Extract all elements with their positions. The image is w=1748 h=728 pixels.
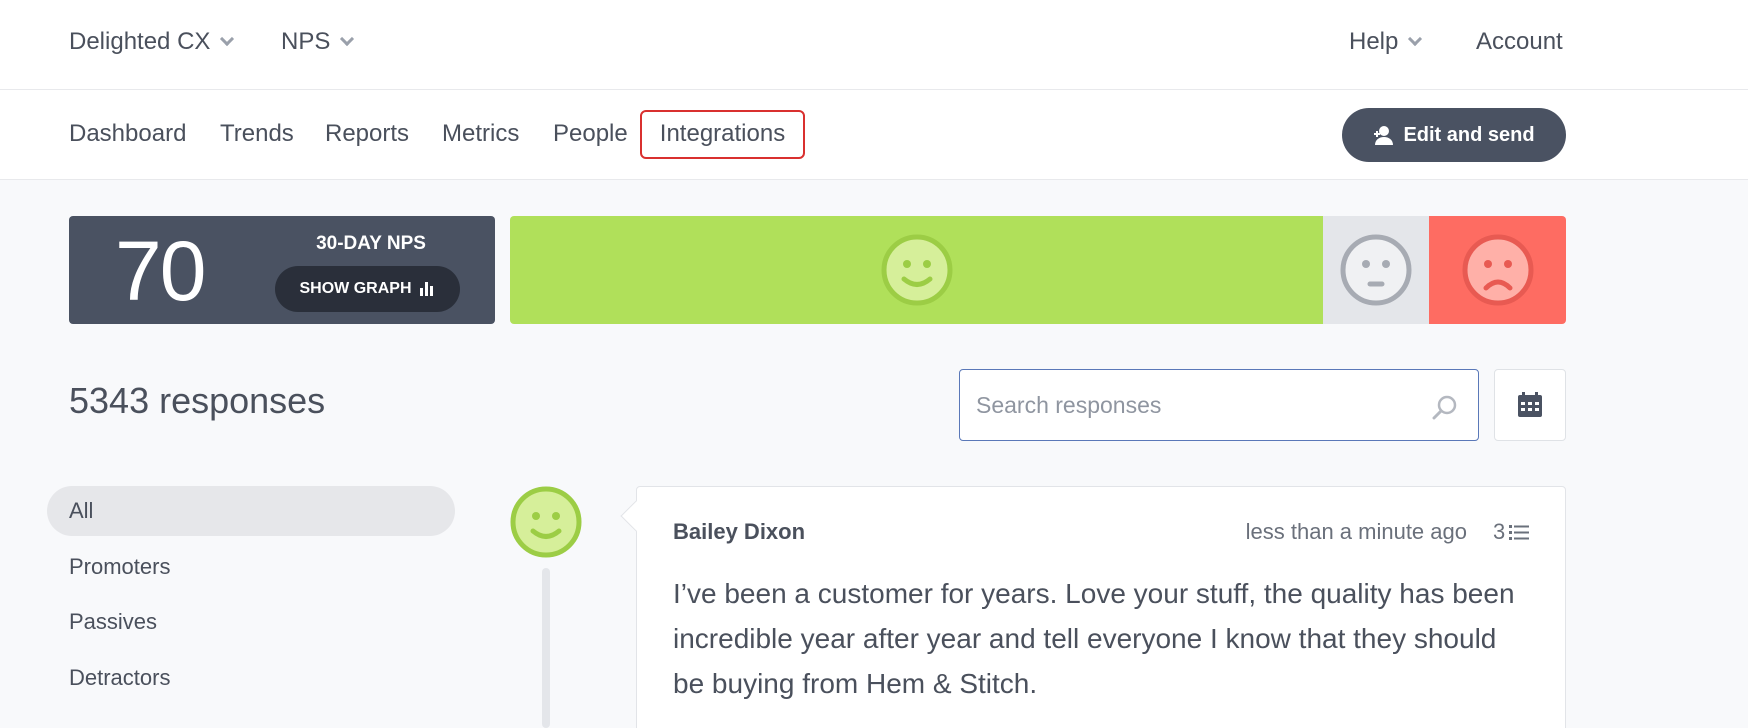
happy-face-icon [510, 486, 582, 558]
nps-score: 70 [115, 224, 206, 318]
tab-trends[interactable]: Trends [220, 120, 294, 148]
filter-promoters[interactable]: Promoters [47, 542, 455, 592]
promoters-segment[interactable] [510, 216, 1323, 324]
response-time: less than a minute ago [1245, 519, 1467, 544]
calendar-icon [1518, 392, 1542, 417]
list-icon [1509, 525, 1530, 540]
response-count-value: 3 [1493, 519, 1506, 544]
tab-people[interactable]: People [553, 120, 628, 148]
happy-face-icon [881, 234, 952, 306]
responses-count: 5343 responses [69, 380, 326, 421]
edit-and-send-label: Edit and send [1403, 123, 1535, 146]
filter-passives[interactable]: Passives [47, 597, 455, 647]
edit-and-send-button[interactable]: Edit and send [1342, 108, 1566, 162]
person-add-icon [1374, 126, 1394, 145]
date-picker-button[interactable] [1494, 369, 1566, 441]
survey-dropdown[interactable]: NPS [281, 28, 355, 56]
bar-chart-icon [419, 282, 433, 296]
detractors-segment[interactable] [1429, 216, 1566, 324]
search-icon[interactable] [1432, 394, 1458, 420]
response-card[interactable]: Bailey Dixon less than a minute ago 3 I’… [620, 486, 1566, 728]
help-dropdown[interactable]: Help [1349, 28, 1423, 56]
show-graph-label: SHOW GRAPH [299, 280, 412, 297]
chevron-down-icon [340, 31, 355, 47]
respondent-name[interactable]: Bailey Dixon [673, 519, 805, 545]
card-pointer [620, 500, 652, 532]
tab-dashboard[interactable]: Dashboard [69, 120, 186, 148]
top-bar: Delighted CX NPS Help Account [0, 0, 1748, 90]
tab-metrics[interactable]: Metrics [442, 120, 519, 148]
tab-integrations[interactable]: Integrations [640, 110, 805, 159]
nps-distribution-bar [510, 216, 1566, 324]
survey-label: NPS [281, 28, 331, 55]
help-label: Help [1349, 28, 1399, 55]
filter-all[interactable]: All [47, 486, 455, 536]
nav-bar: Dashboard Trends Reports Metrics People … [0, 90, 1748, 180]
account-link[interactable]: Account [1476, 28, 1563, 56]
passives-segment[interactable] [1323, 216, 1429, 324]
account-label: Account [1476, 28, 1563, 55]
chevron-down-icon [1408, 31, 1423, 47]
search-box [959, 369, 1479, 441]
response-count[interactable]: 3 [1493, 519, 1530, 545]
brand-label: Delighted CX [69, 28, 211, 55]
tab-reports[interactable]: Reports [325, 120, 409, 148]
filter-detractors[interactable]: Detractors [47, 653, 455, 703]
nps-score-card: 70 30-DAY NPS SHOW GRAPH [69, 216, 495, 324]
chevron-down-icon [220, 31, 235, 47]
brand-dropdown[interactable]: Delighted CX [69, 28, 235, 56]
sad-face-icon [1462, 234, 1533, 306]
timeline-line [542, 568, 550, 728]
show-graph-button[interactable]: SHOW GRAPH [275, 266, 460, 312]
nps-label: 30-DAY NPS [316, 233, 426, 254]
response-comment: I’ve been a customer for years. Love you… [673, 578, 1515, 699]
search-input[interactable] [976, 370, 1436, 440]
neutral-face-icon [1340, 234, 1412, 306]
